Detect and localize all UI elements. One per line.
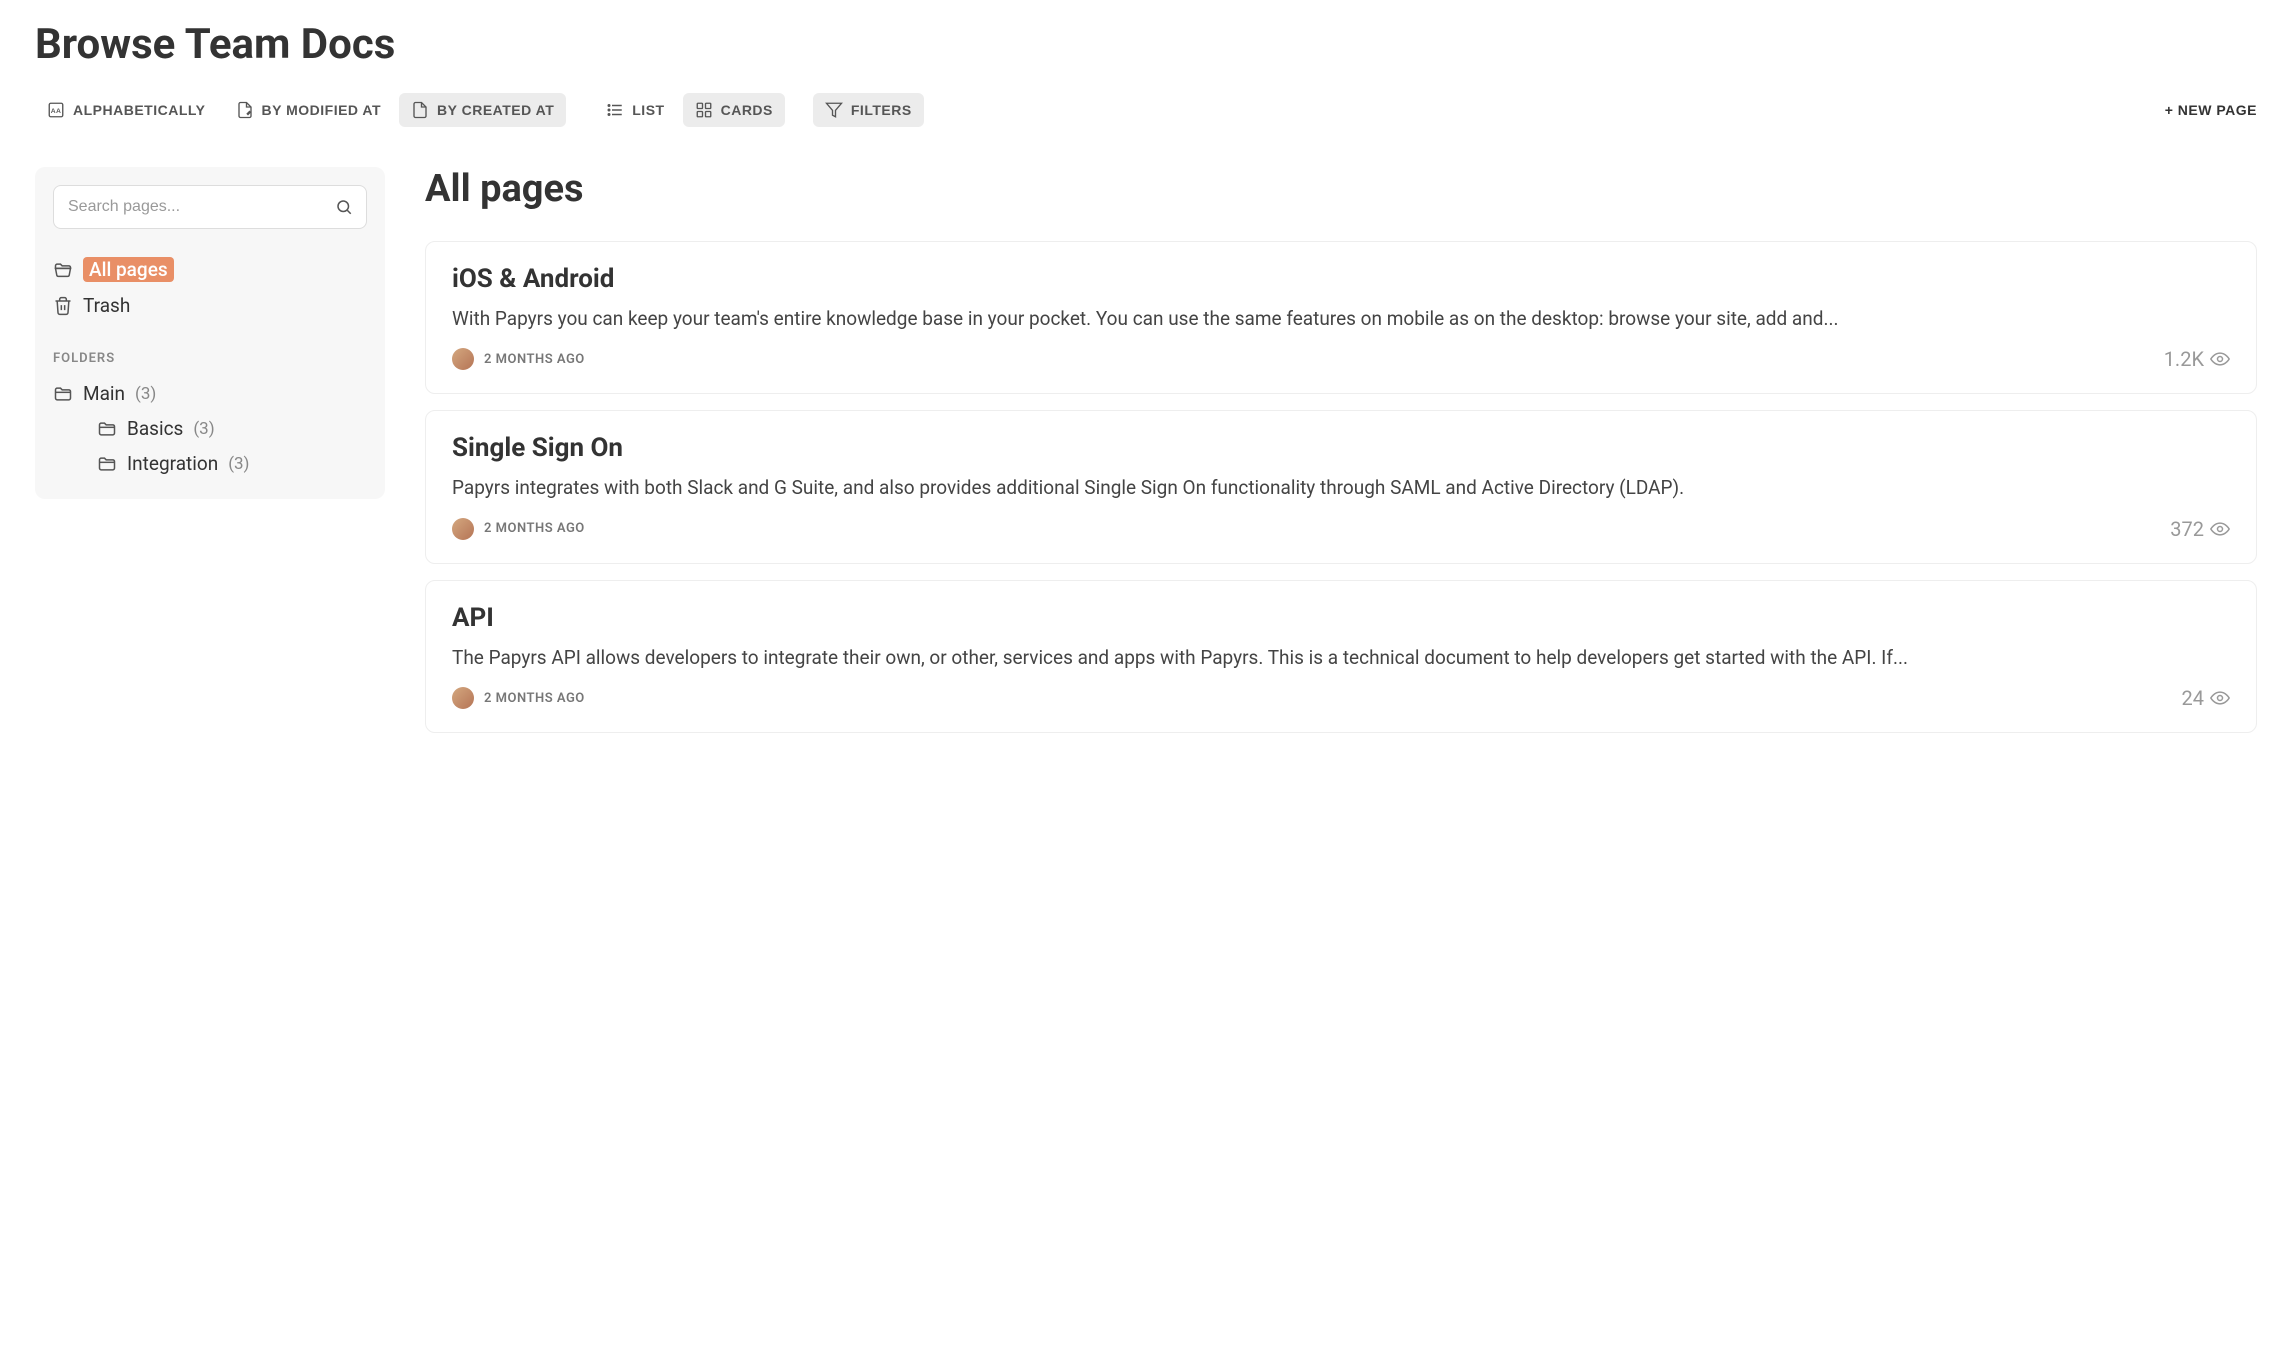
card-title: iOS & Android (452, 264, 2230, 294)
page-card[interactable]: Single Sign On Papyrs integrates with bo… (425, 410, 2257, 563)
avatar (452, 518, 474, 540)
new-page-button[interactable]: + NEW PAGE (2165, 102, 2257, 118)
folders-header: FOLDERS (53, 351, 367, 366)
card-title: Single Sign On (452, 433, 2230, 463)
nav-all-pages-label: All pages (83, 257, 174, 282)
cards-icon (695, 101, 713, 119)
folder-integration-label: Integration (127, 452, 218, 475)
folder-open-icon (53, 260, 73, 280)
page-title: Browse Team Docs (35, 20, 2257, 69)
document-edit-icon (236, 101, 254, 119)
section-title: All pages (425, 167, 2257, 211)
trash-icon (53, 296, 73, 316)
folder-icon (97, 419, 117, 439)
filters-button[interactable]: Filters (813, 93, 924, 127)
card-views: 1.2K (2164, 347, 2230, 371)
view-cards-button[interactable]: Cards (683, 93, 785, 127)
eye-icon (2210, 519, 2230, 539)
sidebar: All pages Trash FOLDERS Main (3) Basics … (35, 167, 385, 499)
alpha-icon: Aa (47, 101, 65, 119)
eye-icon (2210, 688, 2230, 708)
folder-icon (53, 384, 73, 404)
page-card[interactable]: iOS & Android With Papyrs you can keep y… (425, 241, 2257, 394)
sort-created-button[interactable]: By Created At (399, 93, 566, 127)
card-description: The Papyrs API allows developers to inte… (452, 643, 2230, 672)
sort-modified-button[interactable]: By Modified At (224, 93, 394, 127)
avatar (452, 348, 474, 370)
folder-main[interactable]: Main (3) (53, 376, 367, 411)
card-timestamp: 2 MONTHS AGO (484, 691, 585, 706)
sort-alpha-button[interactable]: Aa Alphabetically (35, 93, 218, 127)
nav-all-pages[interactable]: All pages (53, 251, 367, 288)
eye-icon (2210, 349, 2230, 369)
folder-integration[interactable]: Integration (3) (53, 446, 367, 481)
card-timestamp: 2 MONTHS AGO (484, 521, 585, 536)
search-icon (335, 198, 353, 216)
folder-integration-count: (3) (228, 454, 249, 474)
folder-main-label: Main (83, 382, 125, 405)
card-views: 372 (2170, 517, 2230, 541)
filter-icon (825, 101, 843, 119)
toolbar: Aa Alphabetically By Modified At By Crea… (35, 93, 2257, 127)
card-title: API (452, 603, 2230, 633)
nav-trash-label: Trash (83, 294, 130, 317)
page-card[interactable]: API The Papyrs API allows developers to … (425, 580, 2257, 733)
avatar (452, 687, 474, 709)
folder-basics-label: Basics (127, 417, 183, 440)
folder-basics-count: (3) (193, 419, 214, 439)
folder-main-count: (3) (135, 384, 156, 404)
folder-basics[interactable]: Basics (3) (53, 411, 367, 446)
card-description: With Papyrs you can keep your team's ent… (452, 304, 2230, 333)
view-list-button[interactable]: List (594, 93, 676, 127)
card-views: 24 (2182, 686, 2230, 710)
folder-icon (97, 454, 117, 474)
svg-text:Aa: Aa (51, 108, 62, 115)
main-content: All pages iOS & Android With Papyrs you … (425, 167, 2257, 749)
list-icon (606, 101, 624, 119)
nav-trash[interactable]: Trash (53, 288, 367, 323)
search-input[interactable] (53, 185, 367, 229)
card-description: Papyrs integrates with both Slack and G … (452, 473, 2230, 502)
document-icon (411, 101, 429, 119)
card-timestamp: 2 MONTHS AGO (484, 352, 585, 367)
